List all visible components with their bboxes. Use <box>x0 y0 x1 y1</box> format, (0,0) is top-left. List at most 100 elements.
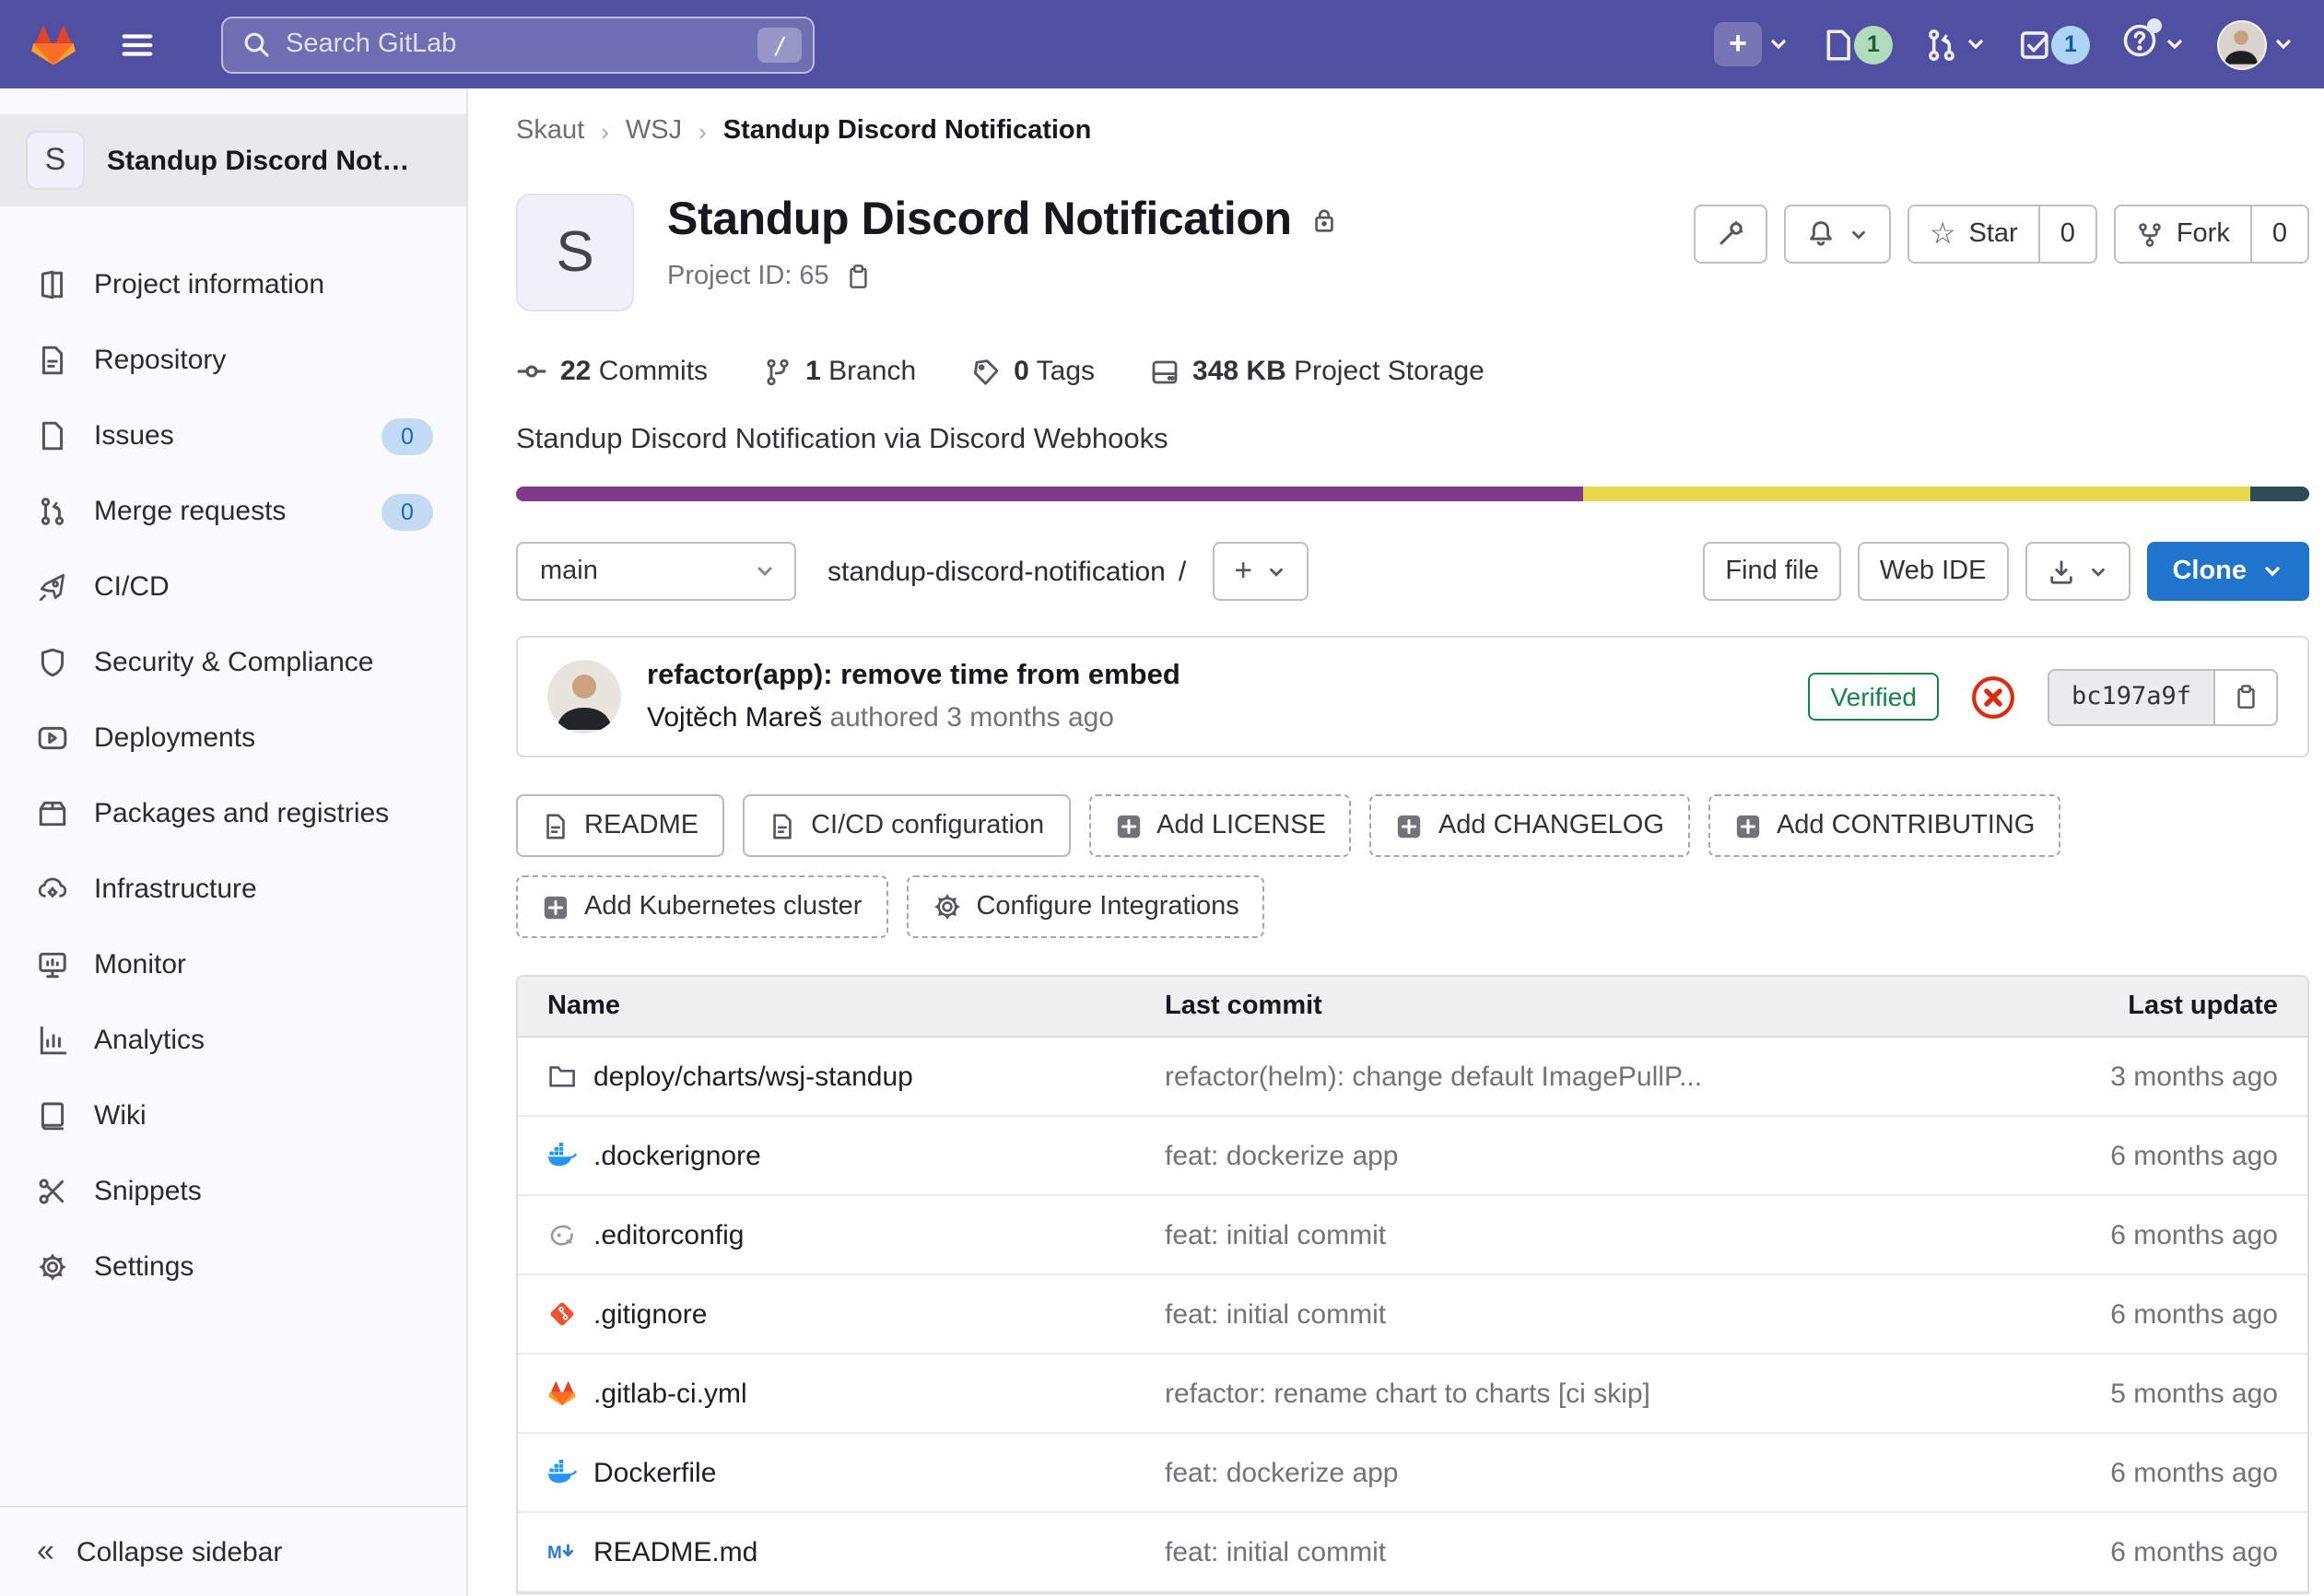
table-row[interactable]: .gitignore feat: initial commit 6 months… <box>518 1275 2307 1355</box>
fork-count[interactable]: 0 <box>2250 206 2307 262</box>
sidebar-item-monitor[interactable]: Monitor <box>0 927 466 1003</box>
notifications-button[interactable] <box>1784 205 1891 264</box>
quick-action-label: Add CHANGELOG <box>1438 811 1664 840</box>
file-link[interactable]: .gitignore <box>547 1298 1165 1330</box>
sidebar-item-deployments[interactable]: Deployments <box>0 700 466 776</box>
last-update: 5 months ago <box>2001 1378 2278 1409</box>
language-segment[interactable] <box>1583 487 2250 501</box>
clone-button[interactable]: Clone <box>2146 542 2309 601</box>
fork-button[interactable]: Fork <box>2116 206 2250 262</box>
gear-icon <box>37 1251 68 1283</box>
language-bar[interactable] <box>516 487 2309 501</box>
commit-meta: authored 3 months ago <box>829 702 1114 733</box>
web-ide-button[interactable]: Web IDE <box>1858 542 2009 601</box>
sidebar-item-wiki[interactable]: Wiki <box>0 1078 466 1154</box>
chevron-down-icon <box>1849 224 1869 244</box>
commit-message-link[interactable]: feat: initial commit <box>1165 1298 2001 1330</box>
readme-button[interactable]: README <box>516 794 724 857</box>
table-row[interactable]: .editorconfig feat: initial commit 6 mon… <box>518 1196 2307 1275</box>
table-row[interactable]: Dockerfile feat: dockerize app 6 months … <box>518 1434 2307 1513</box>
file-link[interactable]: deploy/charts/wsj-standup <box>547 1061 1165 1092</box>
sidebar-item-security-compliance[interactable]: Security & Compliance <box>0 625 466 700</box>
storage-stat[interactable]: 348 KB Project Storage <box>1150 356 1485 387</box>
sidebar-item-packages-registries[interactable]: Packages and registries <box>0 776 466 851</box>
commits-stat[interactable]: 22 Commits <box>516 356 708 387</box>
commit-message-link[interactable]: feat: initial commit <box>1165 1536 2001 1567</box>
repo-path[interactable]: standup-discord-notification <box>827 556 1166 587</box>
star-count[interactable]: 0 <box>2038 206 2095 262</box>
table-row[interactable]: deploy/charts/wsj-standup refactor(helm)… <box>518 1038 2307 1117</box>
copy-sha-button[interactable] <box>2213 670 2276 723</box>
sidebar-item-merge-requests[interactable]: Merge requests 0 <box>0 474 466 549</box>
file-link[interactable]: .gitlab-ci.yml <box>547 1378 1165 1409</box>
sidebar-project-header[interactable]: S Standup Discord Notification <box>0 114 466 206</box>
issues-icon <box>37 420 68 452</box>
tags-stat[interactable]: 0 Tags <box>971 356 1095 387</box>
commit-title-link[interactable]: refactor(app): remove time from embed <box>647 660 1180 693</box>
last-update: 6 months ago <box>2001 1457 2278 1488</box>
language-segment[interactable] <box>2250 487 2309 501</box>
copy-project-id-icon[interactable] <box>844 263 872 290</box>
add-file-dropdown[interactable]: + <box>1212 542 1308 601</box>
commit-author-name[interactable]: Vojtěch Mareš <box>647 702 822 733</box>
collapse-sidebar-button[interactable]: « Collapse sidebar <box>0 1506 466 1596</box>
quick-action-label: Add Kubernetes cluster <box>584 892 862 921</box>
merge-request-icon <box>37 496 68 527</box>
document-icon <box>769 812 796 839</box>
file-link[interactable]: .dockerignore <box>547 1140 1165 1171</box>
search-input[interactable] <box>286 29 744 59</box>
new-menu-button[interactable]: + <box>1714 22 1790 66</box>
user-menu-button[interactable] <box>2217 19 2295 69</box>
sidebar-item-cicd[interactable]: CI/CD <box>0 549 466 625</box>
sidebar-item-settings[interactable]: Settings <box>0 1229 466 1305</box>
add-contributing-button[interactable]: Add CONTRIBUTING <box>1708 794 2060 857</box>
branches-stat[interactable]: 1 Branch <box>763 356 916 387</box>
pipeline-failed-icon[interactable] <box>1970 674 2016 720</box>
plus-square-icon <box>1114 812 1142 839</box>
fork-button-group[interactable]: Fork 0 <box>2114 205 2309 264</box>
gitlab-logo-icon[interactable] <box>29 21 77 67</box>
search-box[interactable]: / <box>221 16 815 73</box>
download-button[interactable] <box>2025 542 2130 601</box>
language-segment[interactable] <box>516 487 1583 501</box>
issues-button[interactable]: 1 <box>1821 25 1893 64</box>
commit-author-avatar[interactable] <box>547 660 621 733</box>
breadcrumb-subgroup-link[interactable]: WSJ <box>626 116 682 146</box>
last-update: 6 months ago <box>2001 1536 2278 1567</box>
file-link[interactable]: .editorconfig <box>547 1219 1165 1250</box>
todos-button[interactable]: 1 <box>2018 25 2090 64</box>
table-row[interactable]: .gitlab-ci.yml refactor: rename chart to… <box>518 1355 2307 1434</box>
table-row[interactable]: .dockerignore feat: dockerize app 6 mont… <box>518 1117 2307 1196</box>
file-link[interactable]: M README.md <box>547 1536 1165 1567</box>
sidebar-item-issues[interactable]: Issues 0 <box>0 398 466 474</box>
add-changelog-button[interactable]: Add CHANGELOG <box>1370 794 1690 857</box>
sidebar-item-project-information[interactable]: Project information <box>0 247 466 323</box>
commit-message-link[interactable]: refactor(helm): change default ImagePull… <box>1165 1061 2001 1092</box>
configure-integrations-button[interactable]: Configure Integrations <box>906 875 1264 938</box>
commit-message-link[interactable]: feat: dockerize app <box>1165 1457 2001 1488</box>
star-button[interactable]: ☆ Star <box>1909 206 2038 262</box>
sidebar-item-snippets[interactable]: Snippets <box>0 1154 466 1229</box>
sidebar-item-repository[interactable]: Repository <box>0 323 466 398</box>
commit-message-link[interactable]: feat: initial commit <box>1165 1219 2001 1250</box>
verified-badge[interactable]: Verified <box>1809 673 1939 721</box>
star-button-group[interactable]: ☆ Star 0 <box>1907 205 2097 264</box>
help-menu-button[interactable] <box>2121 21 2186 67</box>
sidebar-item-analytics[interactable]: Analytics <box>0 1003 466 1078</box>
shield-icon <box>37 647 68 678</box>
sidebar-item-infrastructure[interactable]: Infrastructure <box>0 851 466 927</box>
add-kubernetes-cluster-button[interactable]: Add Kubernetes cluster <box>516 875 887 938</box>
table-row[interactable]: M README.md feat: initial commit 6 month… <box>518 1513 2307 1592</box>
git-icon <box>547 1299 577 1329</box>
admin-wrench-button[interactable] <box>1694 205 1767 264</box>
find-file-button[interactable]: Find file <box>1703 542 1841 601</box>
menu-hamburger-icon[interactable] <box>111 18 162 70</box>
branch-selector[interactable]: main <box>516 542 796 601</box>
file-link[interactable]: Dockerfile <box>547 1457 1165 1488</box>
add-license-button[interactable]: Add LICENSE <box>1088 794 1352 857</box>
cicd-configuration-button[interactable]: CI/CD configuration <box>743 794 1070 857</box>
merge-requests-button[interactable] <box>1924 27 1987 62</box>
commit-message-link[interactable]: refactor: rename chart to charts [ci ski… <box>1165 1378 2001 1409</box>
commit-message-link[interactable]: feat: dockerize app <box>1165 1140 2001 1171</box>
breadcrumb-group-link[interactable]: Skaut <box>516 116 584 146</box>
